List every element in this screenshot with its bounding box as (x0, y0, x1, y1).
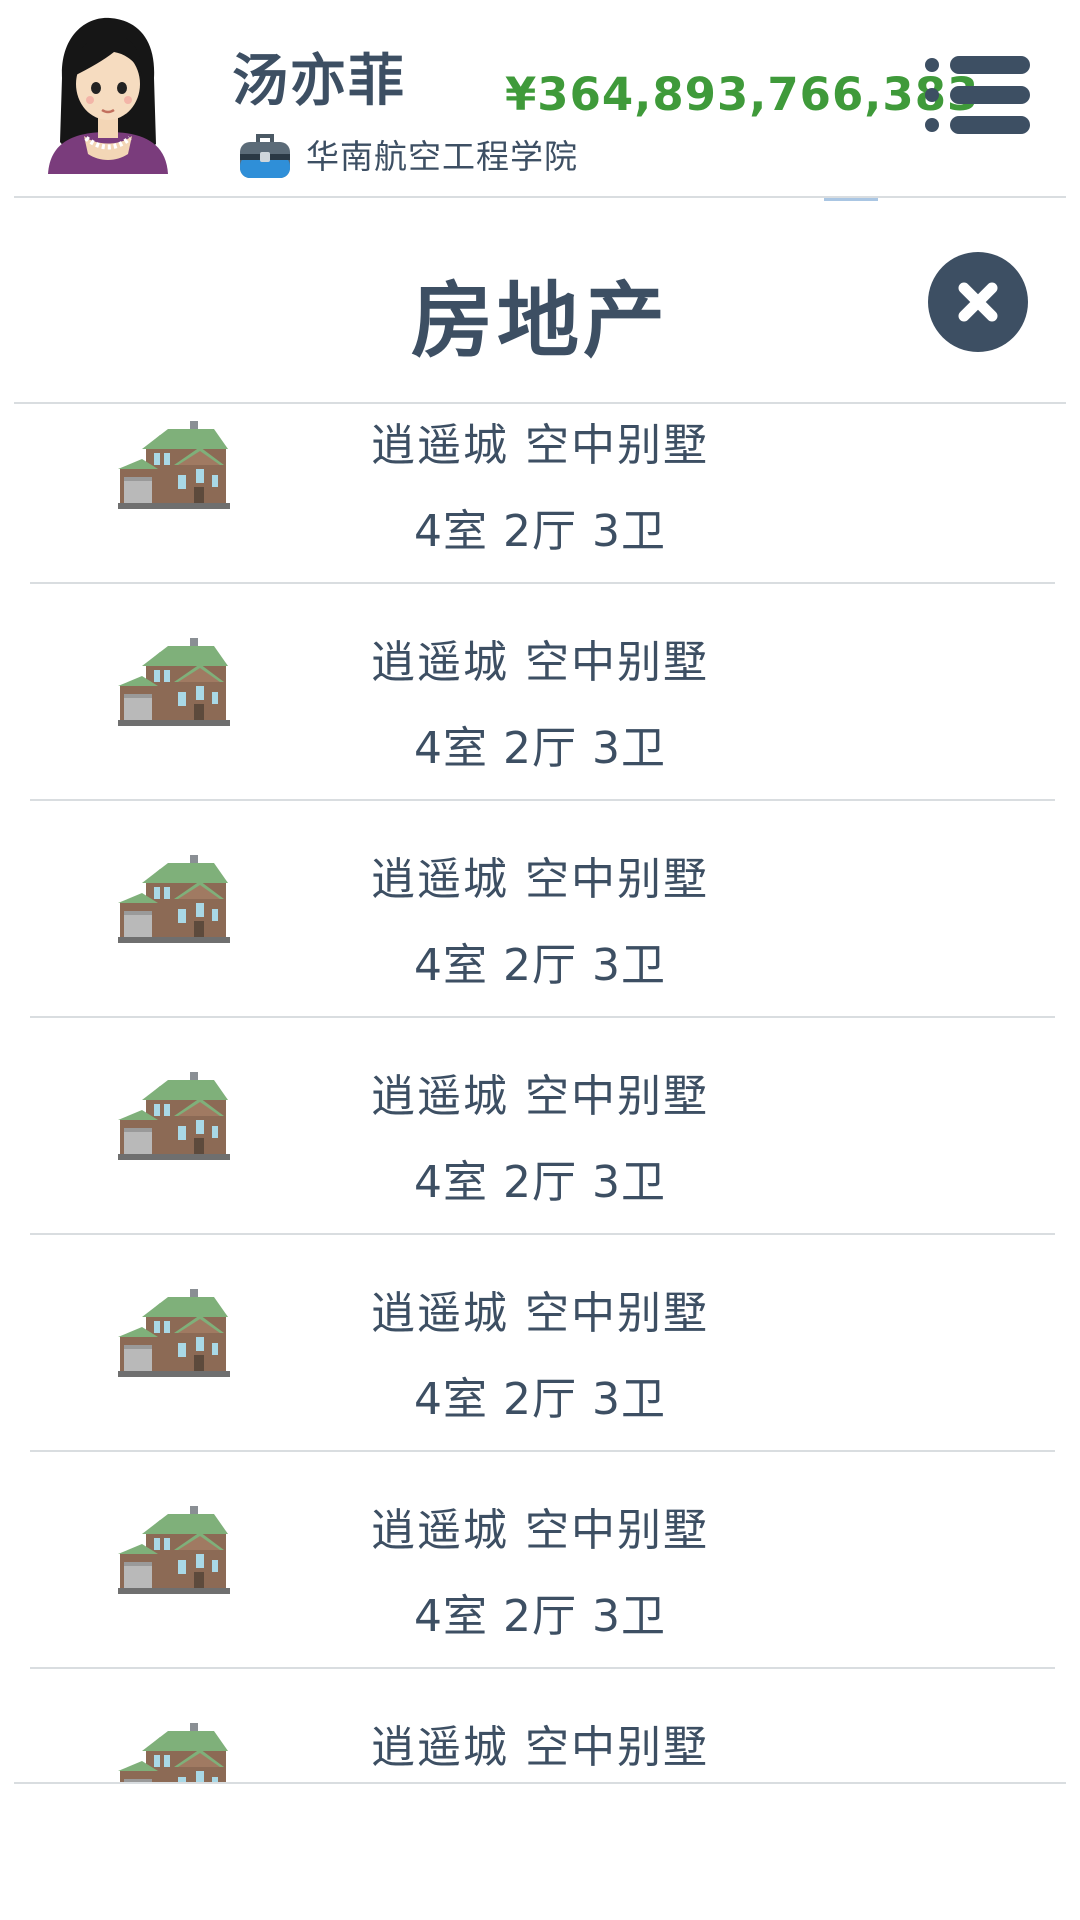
avatar[interactable] (44, 14, 172, 176)
property-name: 逍遥城 空中别墅 (371, 854, 709, 905)
page-title: 房地产 (410, 274, 669, 369)
property-layout: 4室 2厅 3卫 (414, 940, 666, 991)
property-layout: 4室 2厅 3卫 (414, 1374, 666, 1425)
property-list-item[interactable]: 逍遥城 空中别墅 4室 2厅 3卫 (0, 1235, 1080, 1452)
property-list-item[interactable]: 逍遥城 空中别墅 4室 2厅 3卫 (0, 404, 1080, 584)
property-name: 逍遥城 空中别墅 (371, 1722, 709, 1773)
player-name: 汤亦菲 (232, 49, 406, 114)
property-name: 逍遥城 空中别墅 (371, 420, 709, 471)
property-list-item[interactable]: 逍遥城 空中别墅 4室 2厅 3卫 (0, 1018, 1080, 1235)
money-balance: ¥364,893,766,383 (505, 68, 980, 121)
property-layout: 4室 2厅 3卫 (414, 723, 666, 774)
title-bar: 房地产 (0, 200, 1080, 400)
property-layout: 4室 2厅 3卫 (414, 1591, 666, 1642)
briefcase-icon (240, 134, 290, 178)
close-icon (958, 282, 998, 322)
property-layout: 4室 2厅 3卫 (414, 1157, 666, 1208)
list-menu-icon[interactable] (922, 55, 1032, 135)
property-list-item[interactable]: 逍遥城 空中别墅 4室 2厅 3卫 (0, 1452, 1080, 1669)
property-name: 逍遥城 空中别墅 (371, 1505, 709, 1556)
property-layout: 4室 2厅 3卫 (414, 506, 666, 557)
property-list-item[interactable]: 逍遥城 空中别墅 4室 2厅 3卫 (0, 584, 1080, 801)
header: 汤亦菲 华南航空工程学院 ¥364,893,766,383 (0, 0, 1080, 196)
school-info: 华南航空工程学院 (236, 122, 578, 186)
property-list-item[interactable]: 逍遥城 空中别墅 4室 2厅 3卫 (0, 801, 1080, 1018)
property-name: 逍遥城 空中别墅 (371, 1071, 709, 1122)
property-name: 逍遥城 空中别墅 (371, 1288, 709, 1339)
school-name: 华南航空工程学院 (306, 137, 578, 176)
property-list[interactable]: 逍遥城 空中别墅 4室 2厅 3卫 逍遥城 空中别墅 4室 2厅 3卫 逍遥城 … (0, 404, 1080, 1782)
bottom-divider (14, 1782, 1066, 1784)
header-divider (14, 196, 1066, 198)
property-name: 逍遥城 空中别墅 (371, 637, 709, 688)
close-button[interactable] (928, 252, 1028, 352)
property-list-item[interactable]: 逍遥城 空中别墅 (0, 1669, 1080, 1782)
